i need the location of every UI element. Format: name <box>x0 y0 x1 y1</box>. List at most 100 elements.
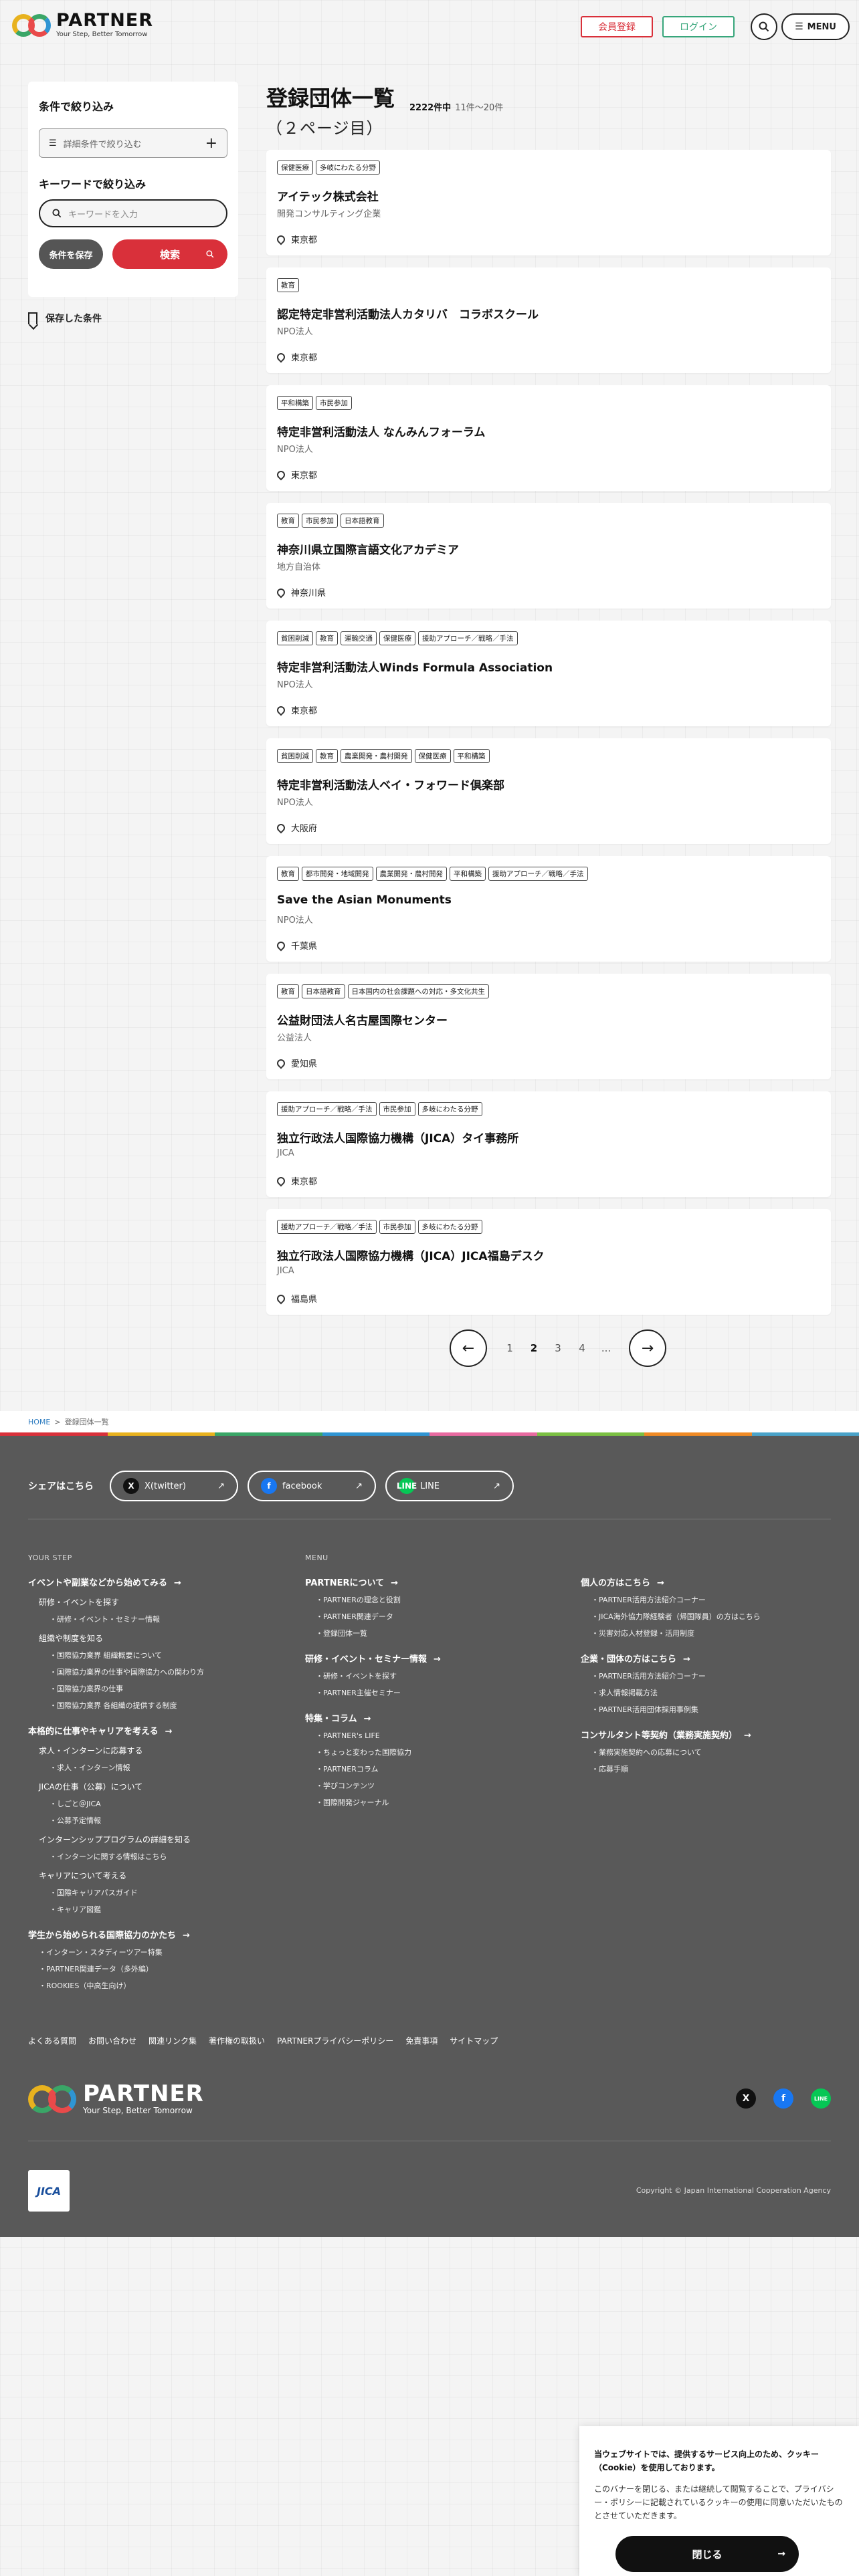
footer-link[interactable]: 公募予定情報 <box>50 1815 204 1826</box>
footer-link[interactable]: 国際開発ジャーナル <box>316 1797 441 1808</box>
share-facebook-button[interactable]: f facebook ↗ <box>248 1471 376 1501</box>
organization-name[interactable]: 特定非営利活動法人Winds Formula Association <box>277 658 553 675</box>
footer-x-icon[interactable]: X <box>736 2088 756 2109</box>
save-condition-button[interactable]: 条件を保存 <box>39 239 103 269</box>
footer-link[interactable]: 国際協力業界の仕事や国際協力への関わり方 <box>50 1667 204 1677</box>
footer-link[interactable]: PARTNERの理念と役割 <box>316 1594 441 1605</box>
organization-card[interactable]: 貧困削減 教育 農業開発・農村開発 保健医療 平和構築 特定非営利活動法人ベイ・フォワード… <box>266 738 831 844</box>
organization-card[interactable]: 保健医療 多岐にわたる分野 アイテック株式会社 開発コンサルティング企業 東京都 <box>266 150 831 255</box>
footer-link[interactable]: PARTNER関連データ（多外編） <box>39 1963 204 1974</box>
organization-card[interactable]: 貧困削減 教育 運輸交通 保健医療 援助アプローチ／戦略／手法 特定非営利活動法人Wind… <box>266 621 831 726</box>
cookie-close-button[interactable]: 閉じる → <box>615 2536 799 2572</box>
footer-link[interactable]: 応募手順 <box>591 1763 761 1774</box>
footer-heading-audience-2[interactable]: 企業・団体の方はこちら → <box>581 1652 761 1665</box>
organization-name[interactable]: 公益財団法人名古屋国際センター <box>277 1011 448 1028</box>
organization-card[interactable]: 教育 日本語教育 日本国内の社会課題への対応・多文化共生 公益財団法人名古屋国際センタ… <box>266 974 831 1079</box>
organization-name[interactable]: 神奈川県立国際言語文化アカデミア <box>277 540 459 557</box>
page-link-3[interactable]: 3 <box>546 1342 570 1354</box>
page-link-1[interactable]: 1 <box>498 1342 522 1354</box>
organization-card[interactable]: 教育 都市開発・地域開発 農業開発・農村開発 平和構築 援助アプローチ／戦略／手法 Sav… <box>266 856 831 962</box>
footer-link[interactable]: 国際協力業界 組織概要について <box>50 1650 204 1660</box>
footer-link[interactable]: 国際協力業界の仕事 <box>50 1683 204 1694</box>
organization-name[interactable]: 独立行政法人国際協力機構（JICA）JICA福島デスク <box>277 1247 545 1263</box>
footer-link[interactable]: 研修・イベント・セミナー情報 <box>50 1614 204 1624</box>
register-button[interactable]: 会員登録 <box>581 16 653 37</box>
footer-heading-student[interactable]: 学生から始められる国際協力のかたち → <box>28 1928 204 1941</box>
footer-heading-start[interactable]: イベントや副業などから始めてみる → <box>28 1576 204 1588</box>
footer-subheading[interactable]: 研修・イベントを探す <box>39 1596 204 1608</box>
footer-facebook-icon[interactable]: f <box>773 2088 793 2109</box>
footer-link[interactable]: PARTNER関連データ <box>316 1611 441 1622</box>
footer-bottom-link[interactable]: お問い合わせ <box>88 2035 136 2046</box>
footer-bottom-link[interactable]: 免責事項 <box>405 2035 438 2046</box>
footer-link[interactable]: PARTNER活用方法紹介コーナー <box>591 1594 761 1605</box>
menu-button[interactable]: ☰ MENU <box>781 13 850 40</box>
organization-card[interactable]: 援助アプローチ／戦略／手法 市民参加 多岐にわたる分野 独立行政法人国際協力機構（JI… <box>266 1091 831 1197</box>
footer-link[interactable]: キャリア図鑑 <box>50 1904 204 1915</box>
organization-card[interactable]: 教育 市民参加 日本語教育 神奈川県立国際言語文化アカデミア 地方自治体 神奈川県 <box>266 503 831 609</box>
footer-link[interactable]: 求人・インターン情報 <box>50 1762 204 1773</box>
footer-link[interactable]: 求人情報掲載方法 <box>591 1687 761 1698</box>
login-button[interactable]: ログイン <box>662 16 735 37</box>
footer-link[interactable]: しごと＠JICA <box>50 1798 204 1809</box>
header-search-button[interactable] <box>751 13 777 40</box>
footer-bottom-link[interactable]: よくある質問 <box>28 2035 76 2046</box>
footer-bottom-link[interactable]: サイトマップ <box>450 2035 498 2046</box>
organization-name[interactable]: 独立行政法人国際協力機構（JICA）タイ事務所 <box>277 1129 518 1146</box>
footer-link[interactable]: インターン・スタディーツアー特集 <box>39 1947 204 1957</box>
search-button[interactable]: 検索 <box>112 239 227 269</box>
footer-heading-menu-1[interactable]: PARTNERについて → <box>305 1576 441 1588</box>
footer-link[interactable]: 学びコンテンツ <box>316 1780 441 1791</box>
footer-link[interactable]: JICA海外協力隊経験者（帰国隊員）の方はこちら <box>591 1611 761 1622</box>
footer-link[interactable]: ROOKIES（中高生向け） <box>39 1980 204 1991</box>
footer-link[interactable]: PARTNER主催セミナー <box>316 1687 441 1698</box>
footer-heading-career[interactable]: 本格的に仕事やキャリアを考える → <box>28 1724 204 1737</box>
share-line-button[interactable]: LINE LINE ↗ <box>385 1471 514 1501</box>
footer-link[interactable]: PARTNER活用方法紹介コーナー <box>591 1671 761 1681</box>
detail-filter-button[interactable]: ☰ 詳細条件で絞り込む + <box>39 128 227 158</box>
footer-subheading[interactable]: インターンシッププログラムの詳細を知る <box>39 1834 204 1845</box>
organization-card[interactable]: 援助アプローチ／戦略／手法 市民参加 多岐にわたる分野 独立行政法人国際協力機構（JI… <box>266 1209 831 1315</box>
prev-page-button[interactable]: ← <box>450 1329 487 1367</box>
footer-bottom-link[interactable]: PARTNERプライバシーポリシー <box>277 2035 393 2046</box>
footer-link[interactable]: 研修・イベントを探す <box>316 1671 441 1681</box>
share-x-button[interactable]: X X(twitter) ↗ <box>110 1471 238 1501</box>
footer-bottom-link[interactable]: 関連リンク集 <box>149 2035 197 2046</box>
footer-heading-audience-1[interactable]: 個人の方はこちら → <box>581 1576 761 1588</box>
footer-line-icon[interactable]: LINE <box>811 2088 831 2109</box>
page-link-4[interactable]: 4 <box>570 1342 594 1354</box>
organization-name[interactable]: アイテック株式会社 <box>277 187 379 204</box>
footer-link[interactable]: PARTNER活用団体採用事例集 <box>591 1704 761 1715</box>
organization-name[interactable]: 特定非営利活動法人 なんみんフォーラム <box>277 423 485 439</box>
footer-subheading[interactable]: キャリアについて考える <box>39 1870 204 1881</box>
organization-card[interactable]: 教育 認定特定非営利活動法人カタリバ コラボスクール NPO法人 東京都 <box>266 267 831 373</box>
saved-conditions-link[interactable]: 保存した条件 <box>28 312 102 325</box>
footer-link[interactable]: ちょっと変わった国際協力 <box>316 1747 441 1757</box>
organization-name[interactable]: 特定非営利活動法人ベイ・フォワード倶楽部 <box>277 776 504 792</box>
organization-name[interactable]: 認定特定非営利活動法人カタリバ コラボスクール <box>277 305 539 322</box>
footer-link[interactable]: 災害対応人材登録・活用制度 <box>591 1628 761 1638</box>
footer-link[interactable]: 国際協力業界 各組織の提供する制度 <box>50 1700 204 1711</box>
footer-link[interactable]: 登録団体一覧 <box>316 1628 441 1638</box>
footer-subheading[interactable]: JICAの仕事（公募）について <box>39 1781 204 1792</box>
organization-card[interactable]: 平和構築 市民参加 特定非営利活動法人 なんみんフォーラム NPO法人 東京都 <box>266 385 831 491</box>
breadcrumb-home[interactable]: HOME <box>28 1418 50 1426</box>
footer-link[interactable]: PARTNER's LIFE <box>316 1730 441 1741</box>
site-logo[interactable]: PARTNER Your Step, Better Tomorrow <box>12 11 153 38</box>
footer-subheading[interactable]: 組織や制度を知る <box>39 1632 204 1644</box>
footer-link[interactable]: インターンに関する情報はこちら <box>50 1851 204 1862</box>
footer-heading-menu-2[interactable]: 研修・イベント・セミナー情報 → <box>305 1652 441 1665</box>
footer-heading-audience-3[interactable]: コンサルタント等契約（業務実施契約） → <box>581 1728 761 1741</box>
footer-link[interactable]: 業務実施契約への応募について <box>591 1747 761 1757</box>
next-page-button[interactable]: → <box>629 1329 666 1367</box>
footer-bottom-link[interactable]: 著作権の取扱い <box>209 2035 265 2046</box>
keyword-input[interactable]: キーワードを入力 <box>39 199 227 227</box>
page-link-2[interactable]: 2 <box>522 1342 546 1354</box>
footer-heading-menu-3[interactable]: 特集・コラム → <box>305 1711 441 1724</box>
footer-link[interactable]: PARTNERコラム <box>316 1763 441 1774</box>
jica-logo[interactable]: JICA <box>28 2170 70 2212</box>
footer-logo[interactable]: PARTNER Your Step, Better Tomorrow <box>28 2082 204 2115</box>
footer-link[interactable]: 国際キャリアパスガイド <box>50 1887 204 1898</box>
organization-name[interactable]: Save the Asian Monuments <box>277 893 452 907</box>
footer-subheading[interactable]: 求人・インターンに応募する <box>39 1745 204 1756</box>
